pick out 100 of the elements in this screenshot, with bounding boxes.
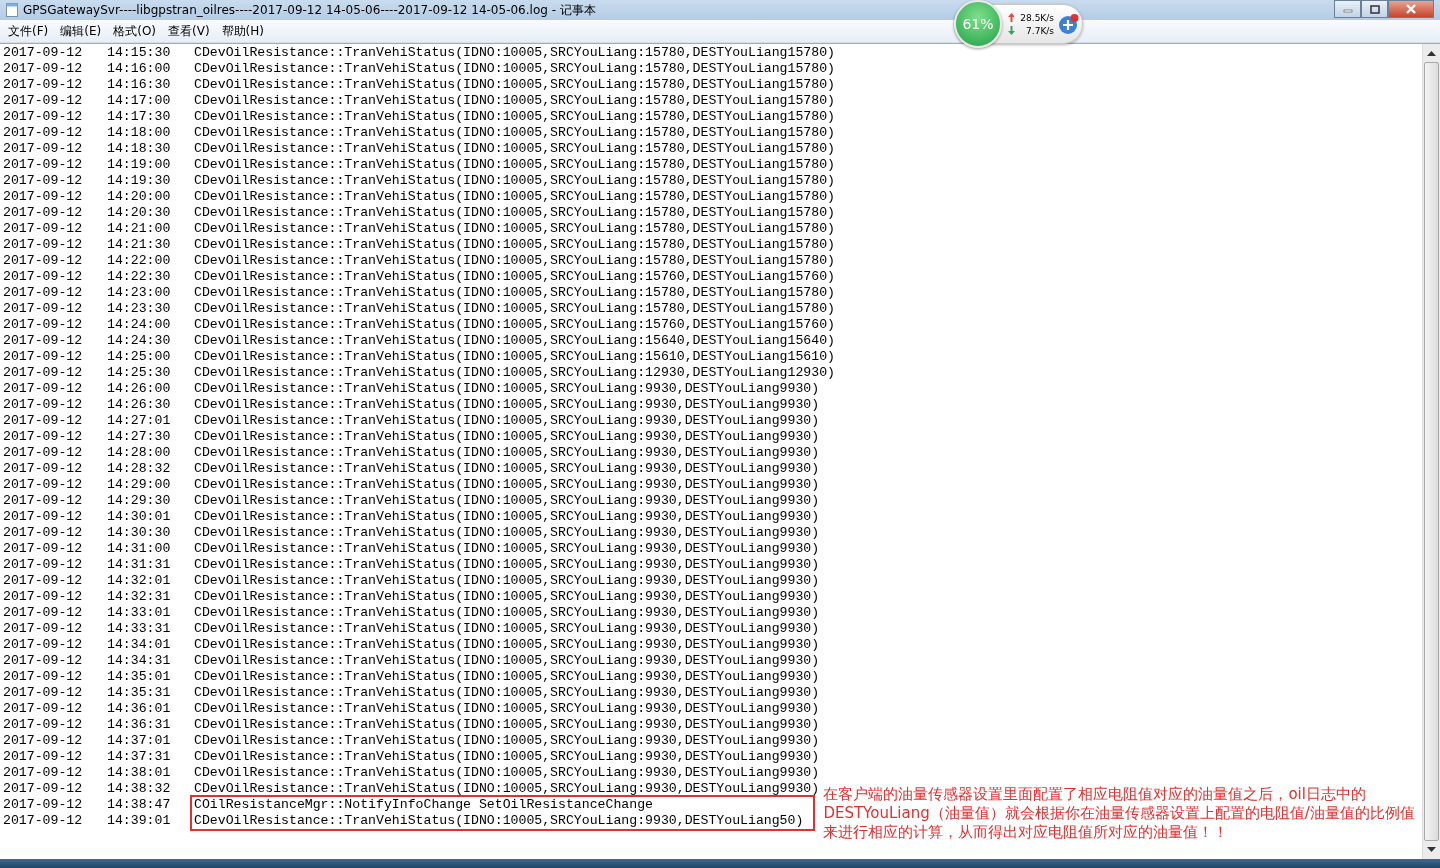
log-time: 14:28:00 — [107, 445, 172, 461]
log-message: CDevOilResistance::TranVehiStatus(IDNO:10005,SRCYouLiang:9930,DESTYouLiang9930) — [194, 765, 820, 781]
minimize-button[interactable] — [1334, 0, 1361, 18]
log-date: 2017-09-12 — [3, 797, 84, 813]
scroll-down-icon[interactable] — [1427, 847, 1436, 853]
vertical-scrollbar[interactable] — [1422, 44, 1440, 859]
close-icon — [1405, 4, 1417, 14]
log-date: 2017-09-12 — [3, 429, 84, 445]
maximize-button[interactable] — [1361, 0, 1388, 18]
log-date: 2017-09-12 — [3, 637, 84, 653]
log-time: 14:23:30 — [107, 301, 172, 317]
log-time: 14:21:30 — [107, 237, 172, 253]
log-message: CDevOilResistance::TranVehiStatus(IDNO:10005,SRCYouLiang:15780,DESTYouLiang15780) — [194, 45, 836, 61]
log-time: 14:22:00 — [107, 253, 172, 269]
log-date: 2017-09-12 — [3, 749, 84, 765]
log-message: CDevOilResistance::TranVehiStatus(IDNO:10005,SRCYouLiang:15780,DESTYouLiang15780) — [194, 77, 836, 93]
log-message: CDevOilResistance::TranVehiStatus(IDNO:10005,SRCYouLiang:9930,DESTYouLiang9930) — [194, 413, 820, 429]
log-message: CDevOilResistance::TranVehiStatus(IDNO:10005,SRCYouLiang:9930,DESTYouLiang9930) — [194, 733, 820, 749]
log-message: CDevOilResistance::TranVehiStatus(IDNO:10005,SRCYouLiang:15780,DESTYouLiang15780) — [194, 189, 836, 205]
log-date: 2017-09-12 — [3, 781, 84, 797]
download-arrow-icon — [1008, 26, 1015, 35]
log-time: 14:31:31 — [107, 557, 172, 573]
log-time: 14:30:30 — [107, 525, 172, 541]
menu-item[interactable]: 文件(F) — [2, 20, 55, 42]
menu-item[interactable]: 格式(O) — [107, 20, 163, 42]
log-message: CDevOilResistance::TranVehiStatus(IDNO:10005,SRCYouLiang:15610,DESTYouLiang15610) — [194, 349, 836, 365]
log-date: 2017-09-12 — [3, 653, 84, 669]
log-date: 2017-09-12 — [3, 157, 84, 173]
log-time: 14:34:31 — [107, 653, 172, 669]
log-message: CDevOilResistance::TranVehiStatus(IDNO:10005,SRCYouLiang:9930,DESTYouLiang9930) — [194, 509, 820, 525]
log-time: 14:33:31 — [107, 621, 172, 637]
scroll-up-icon[interactable] — [1427, 50, 1436, 56]
log-date: 2017-09-12 — [3, 381, 84, 397]
log-message: CDevOilResistance::TranVehiStatus(IDNO:10005,SRCYouLiang:15780,DESTYouLiang15780) — [194, 205, 836, 221]
log-time: 14:15:30 — [107, 45, 172, 61]
window-title: GPSGatewaySvr----libgpstran_oilres----2017-09-12 14-05-06----2017-09-12 14-05-06.log - 记事本 — [23, 1, 596, 19]
log-date: 2017-09-12 — [3, 525, 84, 541]
log-time: 14:25:00 — [107, 349, 172, 365]
log-date: 2017-09-12 — [3, 365, 84, 381]
log-time: 14:31:00 — [107, 541, 172, 557]
log-date: 2017-09-12 — [3, 93, 84, 109]
log-date: 2017-09-12 — [3, 733, 84, 749]
annotation-text: 在客户端的油量传感器设置里面配置了相应电阻值对应的油量值之后，oil日志中的DESTYouLiang（油量值）就会根据你在油量传感器设置上配置的电阻值/油量值的比例值来进行相应的计算，从而得出对应电阻值所对应的油量值！！ — [823, 785, 1416, 842]
log-message: CDevOilResistance::TranVehiStatus(IDNO:10005,SRCYouLiang:9930,DESTYouLiang9930) — [194, 397, 820, 413]
log-date: 2017-09-12 — [3, 109, 84, 125]
scroll-thumb[interactable] — [1424, 62, 1439, 841]
log-message: CDevOilResistance::TranVehiStatus(IDNO:10005,SRCYouLiang:15780,DESTYouLiang15780) — [194, 61, 836, 77]
log-time: 14:25:30 — [107, 365, 172, 381]
log-date: 2017-09-12 — [3, 285, 84, 301]
log-message: CDevOilResistance::TranVehiStatus(IDNO:10005,SRCYouLiang:9930,DESTYouLiang9930) — [194, 621, 820, 637]
log-message: CDevOilResistance::TranVehiStatus(IDNO:10005,SRCYouLiang:15760,DESTYouLiang15760) — [194, 269, 836, 285]
log-message: CDevOilResistance::TranVehiStatus(IDNO:10005,SRCYouLiang:12930,DESTYouLiang12930) — [194, 365, 836, 381]
log-message: CDevOilResistance::TranVehiStatus(IDNO:10005,SRCYouLiang:9930,DESTYouLiang9930) — [194, 541, 820, 557]
log-date: 2017-09-12 — [3, 621, 84, 637]
menu-item[interactable]: 查看(V) — [162, 20, 216, 42]
menu-item[interactable]: 帮助(H) — [215, 20, 270, 42]
document-icon — [6, 3, 18, 17]
close-button[interactable] — [1388, 0, 1434, 18]
log-message: CDevOilResistance::TranVehiStatus(IDNO:10005,SRCYouLiang:15780,DESTYouLiang15780) — [194, 109, 836, 125]
menu-item[interactable]: 编辑(E) — [54, 20, 108, 42]
log-message: CDevOilResistance::TranVehiStatus(IDNO:10005,SRCYouLiang:9930,DESTYouLiang9930) — [194, 637, 820, 653]
log-date: 2017-09-12 — [3, 253, 84, 269]
log-message: COilResistanceMgr::NotifyInfoChange SetOilResistanceChange — [194, 797, 654, 813]
log-date: 2017-09-12 — [3, 573, 84, 589]
log-message: CDevOilResistance::TranVehiStatus(IDNO:10005,SRCYouLiang:15640,DESTYouLiang15640) — [194, 333, 836, 349]
log-time: 14:34:01 — [107, 637, 172, 653]
log-date: 2017-09-12 — [3, 557, 84, 573]
log-time: 14:24:00 — [107, 317, 172, 333]
log-message: CDevOilResistance::TranVehiStatus(IDNO:10005,SRCYouLiang:9930,DESTYouLiang50) — [194, 813, 804, 829]
log-message: CDevOilResistance::TranVehiStatus(IDNO:10005,SRCYouLiang:15780,DESTYouLiang15780) — [194, 125, 836, 141]
log-message: CDevOilResistance::TranVehiStatus(IDNO:10005,SRCYouLiang:9930,DESTYouLiang9930) — [194, 525, 820, 541]
download-speed: 7.7K/s — [1026, 25, 1054, 36]
maximize-icon — [1369, 4, 1380, 14]
log-message: CDevOilResistance::TranVehiStatus(IDNO:10005,SRCYouLiang:15780,DESTYouLiang15780) — [194, 157, 836, 173]
log-date: 2017-09-12 — [3, 189, 84, 205]
log-message: CDevOilResistance::TranVehiStatus(IDNO:10005,SRCYouLiang:9930,DESTYouLiang9930) — [194, 749, 820, 765]
upload-arrow-icon — [1008, 13, 1015, 22]
log-date: 2017-09-12 — [3, 669, 84, 685]
log-time: 14:24:30 — [107, 333, 172, 349]
log-message: CDevOilResistance::TranVehiStatus(IDNO:10005,SRCYouLiang:9930,DESTYouLiang9930) — [194, 461, 820, 477]
log-date: 2017-09-12 — [3, 589, 84, 605]
upload-speed: 28.5K/s — [1020, 12, 1054, 23]
log-message: CDevOilResistance::TranVehiStatus(IDNO:10005,SRCYouLiang:9930,DESTYouLiang9930) — [194, 477, 820, 493]
log-time: 14:38:47 — [107, 797, 172, 813]
log-date: 2017-09-12 — [3, 125, 84, 141]
log-message: CDevOilResistance::TranVehiStatus(IDNO:10005,SRCYouLiang:15780,DESTYouLiang15780) — [194, 237, 836, 253]
log-time: 14:32:01 — [107, 573, 172, 589]
log-date: 2017-09-12 — [3, 685, 84, 701]
log-time: 14:17:00 — [107, 93, 172, 109]
log-message: CDevOilResistance::TranVehiStatus(IDNO:10005,SRCYouLiang:9930,DESTYouLiang9930) — [194, 685, 820, 701]
log-message: CDevOilResistance::TranVehiStatus(IDNO:10005,SRCYouLiang:15780,DESTYouLiang15780) — [194, 141, 836, 157]
log-date: 2017-09-12 — [3, 701, 84, 717]
log-message: CDevOilResistance::TranVehiStatus(IDNO:10005,SRCYouLiang:9930,DESTYouLiang9930) — [194, 717, 820, 733]
log-time: 14:28:32 — [107, 461, 172, 477]
log-time: 14:33:01 — [107, 605, 172, 621]
log-message: CDevOilResistance::TranVehiStatus(IDNO:10005,SRCYouLiang:9930,DESTYouLiang9930) — [194, 781, 820, 797]
plus-icon[interactable] — [1058, 13, 1080, 35]
log-date: 2017-09-12 — [3, 509, 84, 525]
log-message: CDevOilResistance::TranVehiStatus(IDNO:10005,SRCYouLiang:9930,DESTYouLiang9930) — [194, 653, 820, 669]
log-time: 14:23:00 — [107, 285, 172, 301]
